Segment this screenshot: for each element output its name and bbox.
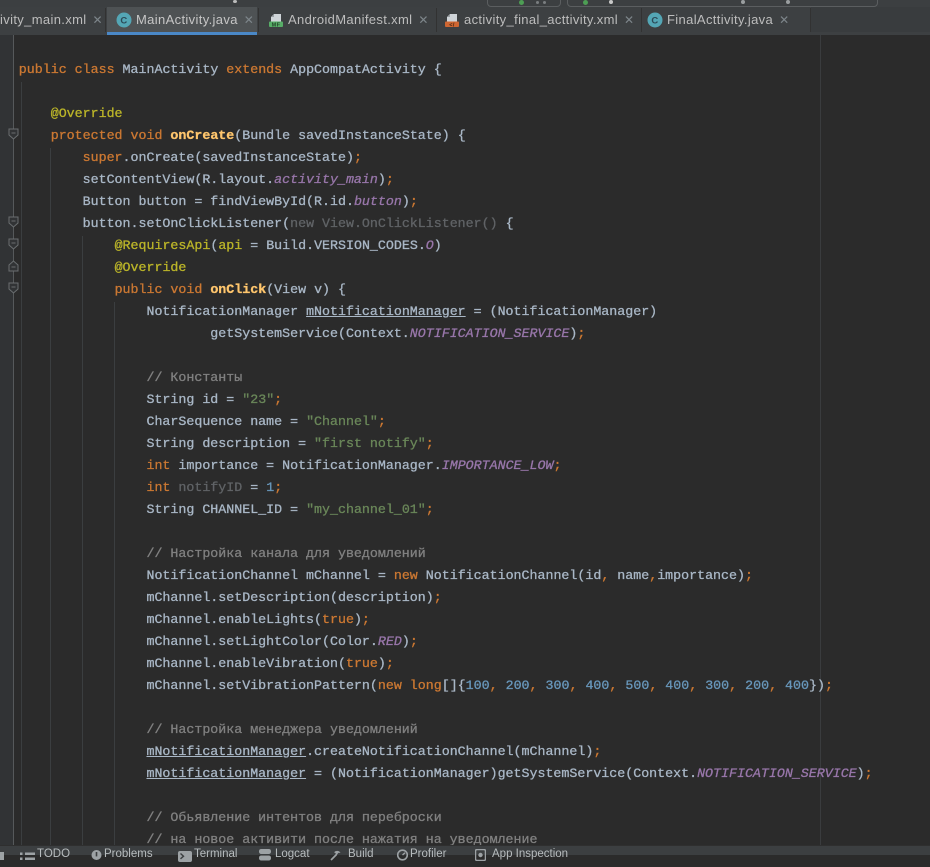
svg-text:</: </	[449, 22, 455, 28]
svg-text:C: C	[651, 15, 658, 26]
svg-text:MF: MF	[272, 22, 281, 28]
svg-text:C: C	[120, 15, 127, 26]
